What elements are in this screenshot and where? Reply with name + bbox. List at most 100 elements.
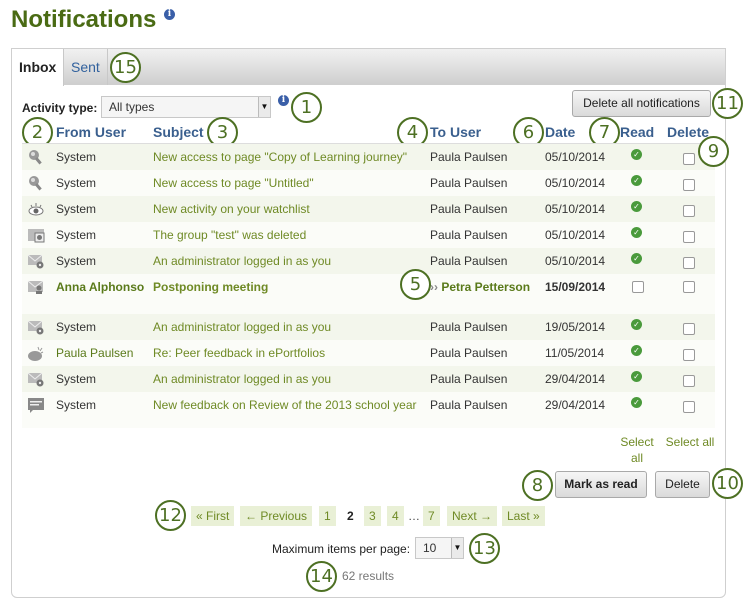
- subject-link[interactable]: An administrator logged in as you: [153, 253, 423, 269]
- delete-checkbox[interactable]: [683, 349, 695, 361]
- table-row: System The group "test" was deleted Paula …: [22, 222, 715, 248]
- subject-link[interactable]: New access to page "Untitled": [153, 175, 423, 191]
- delete-checkbox[interactable]: [683, 281, 695, 293]
- table-row: System An administrator logged in as you P…: [22, 366, 715, 392]
- per-page-select[interactable]: 10 ▼: [415, 537, 464, 559]
- from-user[interactable]: Anna Alphonso: [56, 279, 146, 295]
- from-user: System: [56, 228, 97, 242]
- delete-all-notifications-button[interactable]: Delete all notifications: [572, 90, 711, 117]
- expand-chevron-icon[interactable]: ››: [430, 280, 441, 294]
- activity-type-label: Activity type:: [22, 101, 98, 115]
- callout-5: 5: [400, 269, 431, 300]
- subject-link[interactable]: An administrator logged in as you: [153, 319, 423, 335]
- per-page-label: Maximum items per page:: [272, 542, 411, 556]
- subject-link[interactable]: New access to page "Copy of Learning jou…: [153, 149, 423, 165]
- select-all-delete-link[interactable]: Select all: [662, 434, 718, 450]
- to-user: Paula Paulsen: [430, 228, 508, 242]
- admin-mail-icon: [27, 252, 45, 270]
- subject-link[interactable]: Re: Peer feedback in ePortfolios: [153, 345, 423, 361]
- date: 05/10/2014: [545, 150, 606, 164]
- delete-checkbox[interactable]: [683, 179, 695, 191]
- admin-mail-icon: [27, 318, 45, 336]
- callout-8: 8: [522, 470, 553, 501]
- table-row: System An administrator logged in as you P…: [22, 248, 715, 274]
- select-all-read-link[interactable]: Select all: [616, 434, 658, 466]
- subject-link[interactable]: New feedback on Review of the 2013 schoo…: [153, 397, 423, 413]
- results-count: 62 results: [342, 569, 395, 583]
- pagination-first[interactable]: « First: [191, 506, 235, 526]
- date: 19/05/2014: [545, 320, 606, 334]
- column-to-user[interactable]: To User: [430, 124, 481, 140]
- subject-link[interactable]: The group "test" was deleted: [153, 227, 423, 243]
- to-user: Paula Paulsen: [430, 398, 508, 412]
- read-check-icon: ✓: [631, 345, 642, 356]
- to-user: Paula Paulsen: [430, 202, 508, 216]
- tab-inbox[interactable]: Inbox: [12, 49, 64, 86]
- delete-checkbox[interactable]: [683, 231, 695, 243]
- read-check-icon: ✓: [631, 201, 642, 212]
- table-row: Anna Alphonso Postponing meeting ›› Petra …: [22, 274, 715, 314]
- tab-sent[interactable]: Sent: [64, 49, 108, 85]
- from-user: System: [56, 202, 97, 216]
- to-user: Paula Paulsen: [430, 372, 508, 386]
- date: 11/05/2014: [545, 346, 605, 360]
- admin-mail-icon: [27, 370, 45, 388]
- mark-as-read-button[interactable]: Mark as read: [555, 471, 647, 498]
- from-user: System: [56, 150, 97, 164]
- column-delete: Delete: [667, 124, 710, 140]
- table-row: System New activity on your watchlist Paul…: [22, 196, 715, 222]
- info-icon[interactable]: i: [278, 95, 289, 106]
- chevron-down-icon: ▼: [258, 97, 270, 117]
- column-subject[interactable]: Subject: [153, 124, 204, 140]
- subject-link[interactable]: An administrator logged in as you: [153, 371, 423, 387]
- page-title: Notifications i: [11, 6, 175, 34]
- column-date[interactable]: Date: [545, 124, 575, 140]
- eye-icon: [27, 200, 45, 218]
- pagination-page-3[interactable]: 3: [364, 506, 381, 526]
- to-user[interactable]: ›› Petra Petterson: [430, 279, 540, 295]
- subject-link[interactable]: Postponing meeting: [153, 279, 423, 295]
- key-icon: [27, 148, 45, 166]
- from-user[interactable]: Paula Paulsen: [56, 345, 146, 361]
- callout-13: 13: [469, 533, 500, 564]
- delete-checkbox[interactable]: [683, 375, 695, 387]
- delete-checkbox[interactable]: [683, 323, 695, 335]
- info-icon[interactable]: i: [164, 9, 175, 20]
- group-deleted-icon: [27, 226, 45, 244]
- speech-bubble-icon: [27, 344, 45, 362]
- from-user: System: [56, 254, 97, 268]
- table-row: System New access to page "Untitled" Paula…: [22, 170, 715, 196]
- read-check-icon: ✓: [631, 175, 642, 186]
- from-user: System: [56, 398, 97, 412]
- delete-checkbox[interactable]: [683, 153, 695, 165]
- column-from-user[interactable]: From User: [56, 124, 126, 140]
- callout-9: 9: [698, 136, 729, 167]
- read-check-icon: ✓: [631, 149, 642, 160]
- date: 05/10/2014: [545, 176, 606, 190]
- mark-read-checkbox[interactable]: [632, 281, 644, 293]
- table-row: System New feedback on Review of the 2013…: [22, 392, 715, 428]
- pagination-previous[interactable]: ← Previous: [240, 506, 313, 526]
- subject-link[interactable]: New activity on your watchlist: [153, 201, 423, 217]
- chevron-down-icon: ▼: [451, 538, 463, 558]
- delete-checkbox[interactable]: [683, 401, 695, 413]
- pagination-next[interactable]: Next →: [447, 506, 498, 526]
- pagination-page-7[interactable]: 7: [423, 506, 440, 526]
- pagination-last[interactable]: Last »: [502, 506, 545, 526]
- to-user: Paula Paulsen: [430, 320, 508, 334]
- activity-type-select[interactable]: All types ▼: [101, 96, 271, 118]
- delete-button[interactable]: Delete: [655, 471, 710, 498]
- from-user: System: [56, 372, 97, 386]
- pagination-ellipsis: …: [408, 509, 420, 523]
- date: 29/04/2014: [545, 372, 606, 386]
- callout-14: 14: [306, 561, 337, 592]
- date: 29/04/2014: [545, 398, 606, 412]
- pagination-page-4[interactable]: 4: [387, 506, 404, 526]
- pagination-page-1[interactable]: 1: [319, 506, 336, 526]
- delete-checkbox[interactable]: [683, 205, 695, 217]
- date: 05/10/2014: [545, 254, 606, 268]
- from-user: System: [56, 176, 97, 190]
- date: 05/10/2014: [545, 228, 606, 242]
- read-check-icon: ✓: [631, 227, 642, 238]
- delete-checkbox[interactable]: [683, 257, 695, 269]
